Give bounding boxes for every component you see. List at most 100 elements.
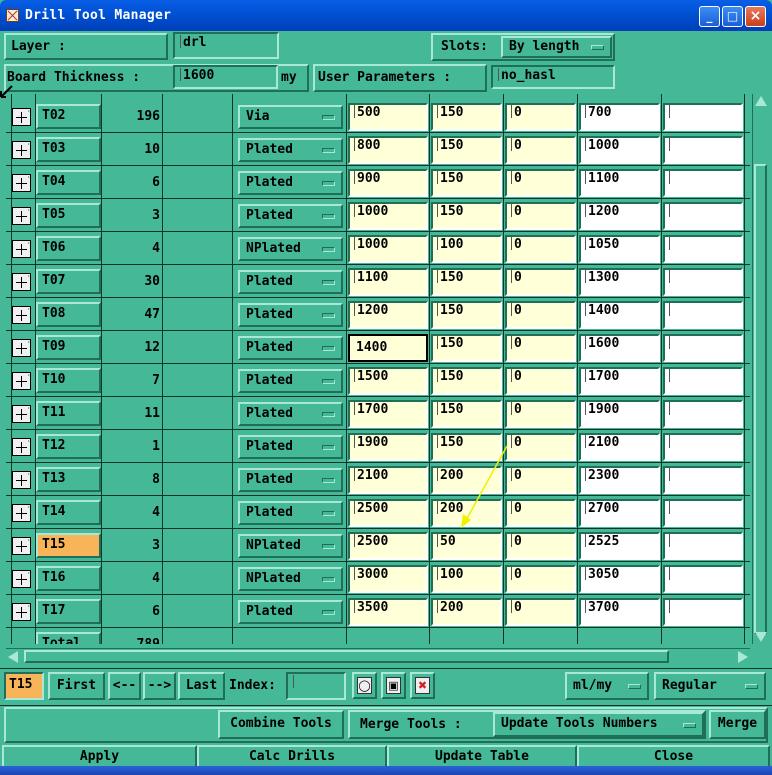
value-cell-c1[interactable]: 800 (348, 136, 428, 164)
table-row[interactable]: · T11 11 Plated 1700 150 0 1900 (6, 397, 750, 430)
table-row[interactable]: · T02 196 Via 500 150 0 700 (6, 100, 750, 133)
expand-icon[interactable]: · (12, 536, 31, 555)
value-cell-c3[interactable]: 0 (505, 499, 576, 527)
value-cell-c3[interactable]: 0 (505, 301, 576, 329)
value-cell-c3[interactable]: 0 (505, 103, 576, 131)
expand-icon[interactable]: · (12, 305, 31, 324)
plating-type-dropdown[interactable]: Plated (238, 468, 343, 492)
plating-type-dropdown[interactable]: Plated (238, 303, 343, 327)
last-button[interactable]: Last (178, 672, 225, 700)
table-row[interactable]: · T04 6 Plated 900 150 0 1100 (6, 166, 750, 199)
value-cell-c4[interactable]: 3700 (579, 598, 660, 626)
table-row[interactable]: · T07 30 Plated 1100 150 0 1300 (6, 265, 750, 298)
value-cell-c2[interactable]: 100 (431, 235, 502, 263)
value-cell-c5[interactable] (663, 334, 743, 362)
value-cell-c5[interactable] (663, 235, 743, 263)
value-cell-c5[interactable] (663, 202, 743, 230)
value-cell-c5[interactable] (663, 136, 743, 164)
merge-button[interactable]: Merge (709, 710, 766, 739)
value-cell-c3[interactable]: 0 (505, 367, 576, 395)
value-cell-c3[interactable]: 0 (505, 169, 576, 197)
expand-icon[interactable]: · (12, 272, 31, 291)
value-cell-c5[interactable] (663, 400, 743, 428)
value-cell-c1[interactable]: 1900 (348, 433, 428, 461)
value-cell-c4[interactable]: 1600 (579, 334, 660, 362)
table-row[interactable]: · T08 47 Plated 1200 150 0 1400 (6, 298, 750, 331)
value-cell-c2[interactable]: 150 (431, 136, 502, 164)
tool-name-button[interactable]: T06 (36, 236, 101, 261)
plating-type-dropdown[interactable]: Plated (238, 171, 343, 195)
expand-icon[interactable]: · (12, 140, 31, 159)
table-row[interactable]: · T12 1 Plated 1900 150 0 2100 (6, 430, 750, 463)
current-tool-field[interactable]: T15 (4, 672, 44, 700)
value-cell-c1[interactable]: 2500 (348, 532, 428, 560)
value-cell-c5[interactable] (663, 301, 743, 329)
index-input[interactable] (286, 672, 346, 700)
tool-name-button[interactable]: T13 (36, 467, 101, 492)
scroll-up-icon[interactable] (755, 96, 767, 106)
value-cell-c1[interactable]: 1700 (348, 400, 428, 428)
tool-name-button[interactable]: T07 (36, 269, 101, 294)
value-cell-c1[interactable]: 3500 (348, 598, 428, 626)
table-row[interactable]: · T14 4 Plated 2500 200 0 2700 (6, 496, 750, 529)
slots-dropdown[interactable]: By length (501, 36, 612, 58)
value-cell-c2[interactable]: 150 (431, 169, 502, 197)
tools-table[interactable]: · T02 196 Via 500 150 0 700 · T03 10 Plated 800 150 0 1… (6, 94, 750, 644)
plating-type-dropdown[interactable]: Plated (238, 270, 343, 294)
plating-type-dropdown[interactable]: Plated (238, 600, 343, 624)
table-row[interactable]: · T16 4 NPlated 3000 100 0 3050 (6, 562, 750, 595)
value-cell-c5[interactable] (663, 532, 743, 560)
value-cell-c4[interactable]: 1000 (579, 136, 660, 164)
value-cell-c5[interactable] (663, 367, 743, 395)
next-button[interactable]: --> (143, 672, 176, 700)
tool-name-button[interactable]: T09 (36, 335, 101, 360)
table-row[interactable]: · T13 8 Plated 2100 200 0 2300 (6, 463, 750, 496)
expand-icon[interactable]: · (12, 503, 31, 522)
title-bar[interactable]: Drill Tool Manager _ □ × (0, 0, 772, 31)
tool-name-button[interactable]: T12 (36, 434, 101, 459)
vertical-scroll-thumb[interactable] (754, 164, 767, 634)
expand-icon[interactable]: · (12, 173, 31, 192)
value-cell-c1[interactable]: 1000 (348, 202, 428, 230)
os-taskbar[interactable] (0, 766, 772, 775)
value-cell-c1[interactable]: 2500 (348, 499, 428, 527)
plating-type-dropdown[interactable]: Plated (238, 204, 343, 228)
lightbulb-button[interactable]: ◯ (352, 672, 377, 699)
value-cell-c4[interactable]: 2300 (579, 466, 660, 494)
image-button[interactable]: ▣ (381, 672, 406, 699)
maximize-button[interactable]: □ (722, 6, 743, 27)
tool-name-button[interactable]: T15 (36, 533, 101, 558)
expand-icon[interactable]: · (12, 107, 31, 126)
value-cell-c1[interactable]: 1200 (348, 301, 428, 329)
expand-icon[interactable]: · (12, 602, 31, 621)
value-cell-c1[interactable]: 3000 (348, 565, 428, 593)
table-row[interactable]: · T09 12 Plated 1400 150 0 1600 (6, 331, 750, 364)
value-cell-c4[interactable]: 700 (579, 103, 660, 131)
combine-tools-button[interactable]: Combine Tools (218, 710, 344, 739)
plating-type-dropdown[interactable]: Plated (238, 369, 343, 393)
vertical-scrollbar[interactable] (752, 94, 768, 644)
expand-icon[interactable]: · (12, 239, 31, 258)
scroll-left-icon[interactable] (8, 651, 18, 663)
expand-icon[interactable]: · (12, 371, 31, 390)
layer-input[interactable]: drl (173, 32, 279, 59)
value-cell-c2[interactable]: 200 (431, 598, 502, 626)
value-cell-c5[interactable] (663, 169, 743, 197)
expand-icon[interactable]: · (12, 206, 31, 225)
value-cell-c4[interactable]: 1050 (579, 235, 660, 263)
plating-type-dropdown[interactable]: Plated (238, 435, 343, 459)
value-cell-c3[interactable]: 0 (505, 334, 576, 362)
value-cell-c4[interactable]: 1900 (579, 400, 660, 428)
value-cell-c2[interactable]: 150 (431, 400, 502, 428)
first-button[interactable]: First (48, 672, 105, 700)
value-cell-c4[interactable]: 1300 (579, 268, 660, 296)
delete-button[interactable]: ✖ (410, 672, 435, 699)
value-cell-c4[interactable]: 2700 (579, 499, 660, 527)
plating-type-dropdown[interactable]: Plated (238, 336, 343, 360)
value-cell-c5[interactable] (663, 499, 743, 527)
value-cell-c4[interactable]: 2100 (579, 433, 660, 461)
value-cell-c2[interactable]: 150 (431, 103, 502, 131)
value-cell-c1[interactable]: 1400 (348, 334, 428, 362)
value-cell-c1[interactable]: 1500 (348, 367, 428, 395)
value-cell-c3[interactable]: 0 (505, 268, 576, 296)
